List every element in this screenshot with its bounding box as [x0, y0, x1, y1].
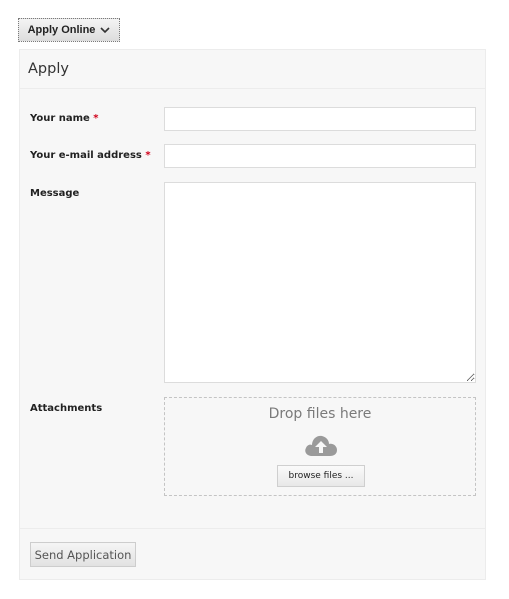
email-label-text: Your e-mail address [30, 150, 142, 161]
message-textarea[interactable] [164, 182, 476, 383]
required-marker: * [145, 150, 151, 161]
cloud-upload-icon [305, 435, 337, 456]
browse-files-button[interactable]: browse files ... [277, 465, 365, 487]
apply-panel: Apply Your name * Your e-mail address * … [19, 49, 486, 580]
panel-title: Apply [28, 61, 69, 77]
panel-footer: Send Application [20, 528, 485, 580]
name-label-text: Your name [30, 113, 90, 124]
name-label: Your name * [30, 113, 99, 124]
apply-online-label: Apply Online [27, 24, 96, 36]
message-label: Message [30, 188, 80, 199]
chevron-down-icon [100, 26, 110, 33]
file-dropzone[interactable]: Drop files here browse files ... [164, 397, 476, 496]
drop-files-text: Drop files here [268, 406, 372, 422]
apply-online-toggle[interactable]: Apply Online [18, 18, 120, 42]
email-input[interactable] [164, 144, 476, 168]
name-input[interactable] [164, 107, 476, 131]
required-marker: * [93, 113, 99, 124]
send-application-button[interactable]: Send Application [30, 542, 136, 567]
email-label: Your e-mail address * [30, 150, 151, 161]
attachments-label: Attachments [30, 403, 103, 414]
panel-header: Apply [20, 50, 485, 89]
